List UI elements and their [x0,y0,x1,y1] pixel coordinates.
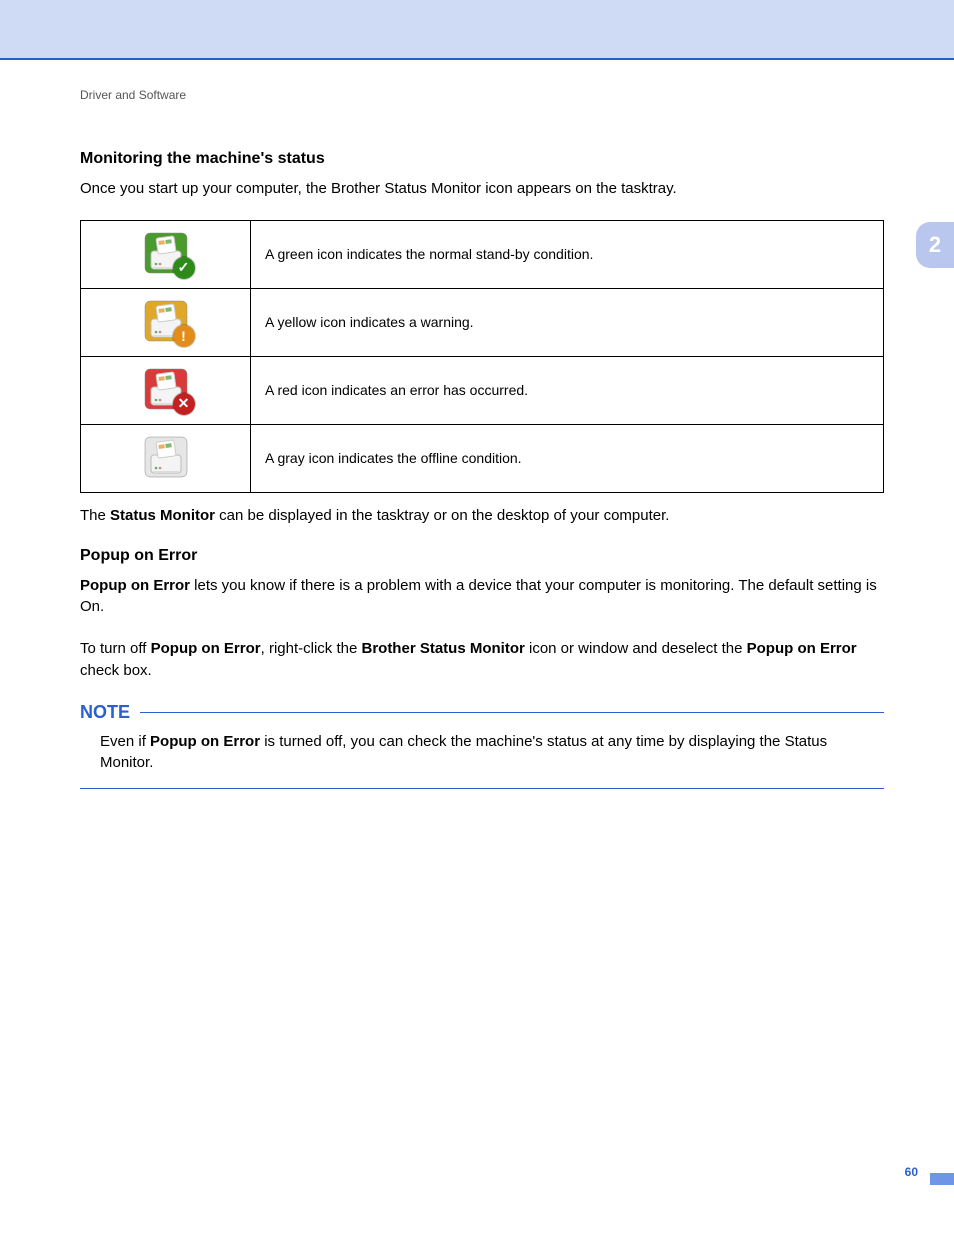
printer-icon [143,435,189,479]
chapter-tab: 2 [916,222,954,268]
text-bold: Popup on Error [80,577,190,594]
text-bold: Status Monitor [110,507,215,524]
text-bold: Popup on Error [747,640,857,657]
intro-text: Once you start up your computer, the Bro… [80,178,884,200]
status-description: A green icon indicates the normal stand-… [251,220,884,288]
status-icon-cell: ✕ [81,356,251,424]
note-label: NOTE [80,702,130,723]
status-badge-icon: ! [173,325,195,347]
printer-icon: ✓ [143,231,189,275]
status-badge-icon: ✕ [173,393,195,415]
table-row: ✓ A green icon indicates the normal stand… [81,220,884,288]
status-description: A gray icon indicates the offline condit… [251,424,884,492]
status-icon-cell: ✓ [81,220,251,288]
printer-icon: ✕ [143,367,189,411]
note-rule [140,712,884,713]
text: The [80,507,110,524]
text: To turn off [80,640,151,657]
text: check box. [80,662,152,679]
printer-icon: ! [143,299,189,343]
table-row: A gray icon indicates the offline condit… [81,424,884,492]
note-body: Even if Popup on Error is turned off, yo… [80,723,884,790]
status-monitor-outro: The Status Monitor can be displayed in t… [80,505,884,527]
status-description: A yellow icon indicates a warning. [251,288,884,356]
status-icon-cell [81,424,251,492]
status-icon-cell: ! [81,288,251,356]
popup-para-2: To turn off Popup on Error, right-click … [80,638,884,682]
breadcrumb: Driver and Software [80,88,884,102]
text: Even if [100,733,150,750]
status-icon-table: ✓ A green icon indicates the normal stand… [80,220,884,493]
page-number: 60 [905,1165,918,1179]
footer-mark [930,1173,954,1185]
text-bold: Brother Status Monitor [361,640,524,657]
text: lets you know if there is a problem with… [80,577,877,616]
page-content: Driver and Software Monitoring the machi… [0,60,954,789]
section-heading-monitoring: Monitoring the machine's status [80,150,884,168]
text: can be displayed in the tasktray or on t… [215,507,669,524]
status-badge-icon: ✓ [173,257,195,279]
table-row: ✕ A red icon indicates an error has occur… [81,356,884,424]
note-block: NOTE Even if Popup on Error is turned of… [80,702,884,790]
section-heading-popup: Popup on Error [80,547,884,565]
header-band [0,0,954,60]
text-bold: Popup on Error [151,640,261,657]
text: , right-click the [261,640,362,657]
popup-para-1: Popup on Error lets you know if there is… [80,575,884,619]
status-description: A red icon indicates an error has occurr… [251,356,884,424]
text-bold: Popup on Error [150,733,260,750]
table-row: ! A yellow icon indicates a warning. [81,288,884,356]
text: icon or window and deselect the [525,640,747,657]
